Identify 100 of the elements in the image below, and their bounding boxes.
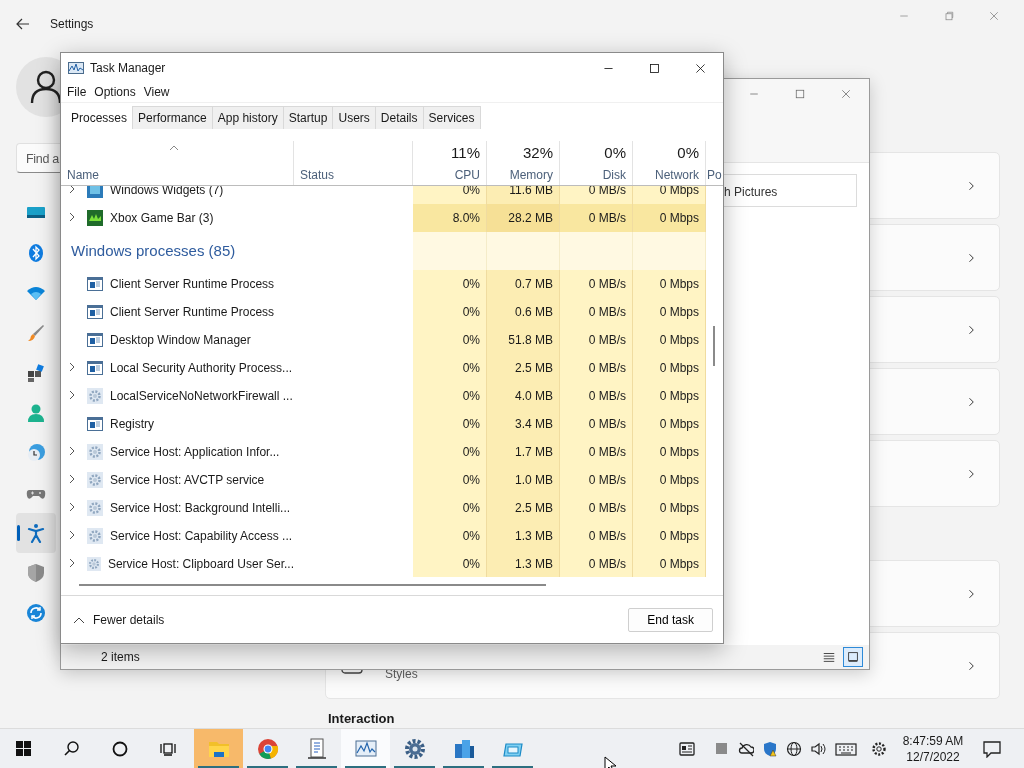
table-cell: 0 Mbps — [633, 297, 706, 326]
apps-icon[interactable] — [26, 363, 46, 383]
fewer-details-link[interactable]: Fewer details — [73, 610, 165, 629]
process-row[interactable]: Xbox Game Bar (3) 8.0% 28.2 MB 0 MB/s 0 Mbps — [61, 203, 706, 232]
scrollbar-thumb[interactable] — [713, 325, 715, 366]
scrollbar-thumb[interactable] — [79, 584, 546, 587]
news-icon[interactable] — [679, 740, 695, 757]
column-header[interactable]: Network — [655, 165, 699, 184]
process-name: Service Host: AVCTP service — [110, 471, 265, 489]
section-heading: Interaction — [328, 712, 396, 726]
search-icon[interactable] — [64, 740, 80, 757]
task-view-icon[interactable] — [160, 740, 176, 757]
process-name: Client Server Runtime Process — [110, 303, 275, 321]
expand-chevron-icon[interactable] — [68, 473, 76, 484]
document-icon[interactable] — [305, 737, 328, 760]
expand-chevron-icon[interactable] — [68, 445, 76, 456]
table-cell: 0 Mbps — [633, 325, 706, 354]
selection-indicator — [17, 525, 20, 541]
tab[interactable]: App history — [211, 105, 284, 129]
column-header[interactable]: Status — [300, 165, 335, 184]
table-cell: 8.0% — [413, 203, 487, 232]
notification-icon[interactable] — [983, 739, 1001, 758]
expand-chevron-icon[interactable] — [68, 185, 76, 194]
process-row[interactable]: Windows Widgets (7) 0% 11.6 MB 0 MB/s 0 Mbps — [61, 185, 706, 204]
menu-item[interactable]: View — [143, 83, 170, 102]
table-cell: 0% — [413, 521, 487, 550]
table-cell: 0.7 MB — [487, 269, 560, 298]
clock-icon[interactable] — [26, 443, 46, 463]
process-row[interactable]: Service Host: Application Infor... 0% 1.7 MB 0 MB/s 0 Mbps — [61, 437, 706, 466]
menu-item[interactable]: File — [67, 83, 87, 102]
gear-icon[interactable] — [403, 737, 426, 760]
process-name: Service Host: Clipboard User Ser... — [107, 555, 294, 573]
square-icon[interactable] — [714, 740, 730, 757]
process-row[interactable]: Service Host: Capability Access ... 0% 1.3 MB 0 MB/s 0 Mbps — [61, 521, 706, 550]
task-manager-icon[interactable] — [354, 737, 377, 760]
tab[interactable]: Details — [374, 105, 424, 129]
expand-chevron-icon[interactable] — [68, 211, 76, 222]
expand-chevron-icon[interactable] — [68, 389, 76, 400]
tab[interactable]: Services — [422, 105, 481, 129]
table-cell: 0% — [413, 465, 487, 494]
column-header[interactable]: Memory — [509, 165, 553, 184]
menu-item[interactable]: Options — [94, 83, 136, 102]
window-icon — [87, 331, 103, 348]
brush-icon[interactable] — [26, 323, 46, 343]
keyboard-icon[interactable] — [835, 740, 857, 757]
column-header[interactable]: Name — [67, 165, 99, 184]
expand-chevron-icon[interactable] — [68, 361, 76, 372]
settings-icon[interactable] — [871, 740, 887, 757]
expand-chevron-icon[interactable] — [68, 557, 76, 568]
clock[interactable]: 8:47:59 AM 12/7/2022 — [896, 732, 970, 765]
chrome-icon[interactable] — [256, 737, 279, 760]
status-text: 2 items — [101, 649, 140, 666]
shield-warning-icon[interactable] — [762, 740, 778, 757]
cloud-off-icon[interactable] — [738, 740, 754, 757]
column-header[interactable]: Po — [707, 165, 722, 184]
process-name: Client Server Runtime Process — [110, 275, 275, 293]
expand-chevron-icon[interactable] — [68, 529, 76, 540]
sync-icon[interactable] — [26, 603, 46, 623]
tab[interactable]: Performance — [132, 105, 213, 129]
table-cell: 0 MB/s — [560, 521, 633, 550]
speaker-icon[interactable] — [810, 740, 826, 757]
process-row[interactable]: LocalServiceNoNetworkFirewall ... 0% 4.0 MB 0 MB/s 0 Mbps — [61, 381, 706, 410]
process-name: Desktop Window Manager — [110, 331, 251, 349]
process-row[interactable]: Service Host: Background Intelli... 0% 2.5 MB 0 MB/s 0 Mbps — [61, 493, 706, 522]
process-name: Local Security Authority Process... — [110, 359, 293, 377]
close-icon[interactable] — [693, 61, 707, 75]
task-manager-icon — [68, 62, 84, 74]
back-icon[interactable] — [15, 16, 31, 32]
table-cell: 3.4 MB — [487, 409, 560, 438]
globe-icon[interactable] — [786, 740, 802, 757]
window-icon — [87, 275, 103, 292]
process-row[interactable]: Client Server Runtime Process 0% 0.7 MB 0 MB/s 0 Mbps — [61, 269, 706, 298]
maximize-icon[interactable] — [647, 61, 661, 75]
expand-chevron-icon[interactable] — [68, 501, 76, 512]
process-name: Xbox Game Bar (3) — [110, 209, 214, 227]
process-row[interactable]: Desktop Window Manager 0% 51.8 MB 0 MB/s 0 Mbps — [61, 325, 706, 354]
process-row[interactable]: Local Security Authority Process... 0% 2.5 MB 0 MB/s 0 Mbps — [61, 353, 706, 382]
process-row[interactable]: Service Host: Clipboard User Ser... 0% 1.3 MB 0 MB/s 0 Mbps — [61, 549, 706, 578]
table-cell: 51.8 MB — [487, 325, 560, 354]
process-row[interactable]: Registry 0% 3.4 MB 0 MB/s 0 Mbps — [61, 409, 706, 438]
circle-icon[interactable] — [112, 740, 128, 757]
process-row[interactable]: Service Host: AVCTP service 0% 1.0 MB 0 MB/s 0 Mbps — [61, 465, 706, 494]
table-cell: 0% — [413, 297, 487, 326]
column-header[interactable]: CPU — [454, 165, 480, 184]
table-cell: 0 Mbps — [633, 409, 706, 438]
gear-icon — [87, 527, 103, 544]
tab[interactable]: Users — [332, 105, 376, 129]
start-icon[interactable] — [16, 740, 32, 757]
process-name: Registry — [110, 415, 154, 433]
tab[interactable]: Startup — [282, 105, 334, 129]
bluetooth-icon[interactable] — [26, 243, 46, 263]
table-cell: 0% — [413, 437, 487, 466]
shield-icon[interactable] — [26, 563, 46, 583]
accessibility-icon[interactable] — [26, 523, 46, 543]
process-row[interactable]: Client Server Runtime Process 0% 0.6 MB 0 MB/s 0 Mbps — [61, 297, 706, 326]
search-field[interactable]: Find a — [16, 143, 60, 173]
blocks-icon[interactable] — [452, 737, 475, 760]
table-cell: 0 MB/s — [560, 437, 633, 466]
end-task-button[interactable]: End task — [628, 607, 713, 632]
column-header[interactable]: Disk — [602, 165, 626, 184]
